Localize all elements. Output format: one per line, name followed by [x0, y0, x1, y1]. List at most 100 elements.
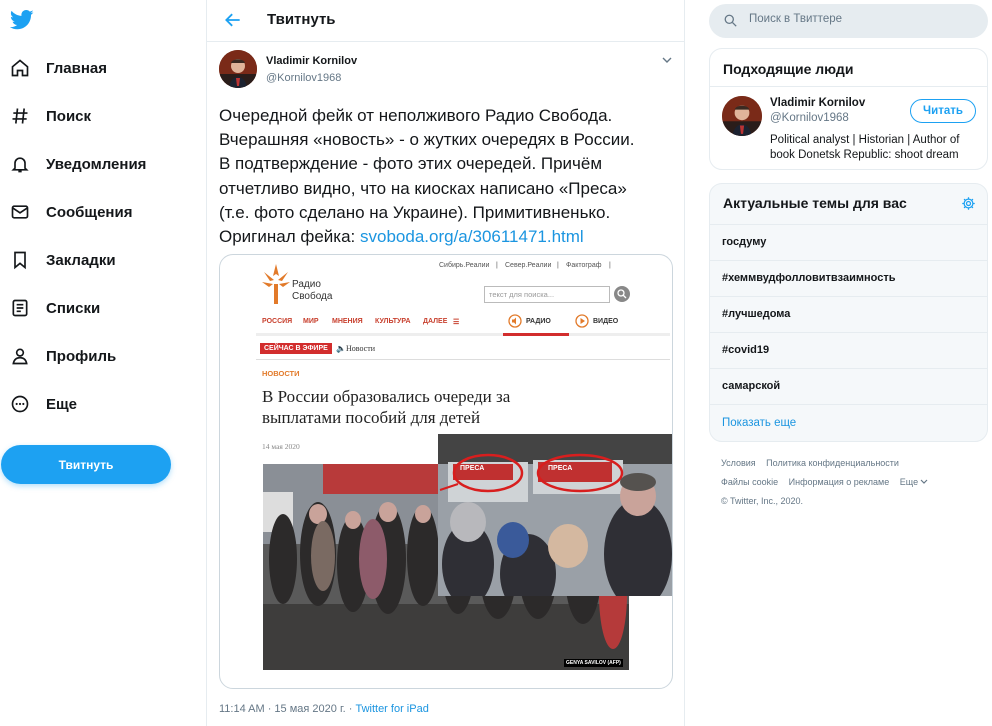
play-icon: [575, 314, 589, 328]
trend-item[interactable]: #хеммвудфолловитвзаимность: [710, 260, 987, 296]
rfe-menu-item: МНЕНИЯ: [332, 318, 363, 325]
rfe-top-link: Фактограф: [566, 262, 602, 269]
rfe-top-sep: |: [496, 262, 498, 269]
suggested-user-avatar[interactable]: [722, 96, 762, 136]
author-name[interactable]: Vladimir Kornilov: [266, 55, 357, 67]
tweet-source-link[interactable]: Twitter for iPad: [355, 703, 428, 715]
rfe-menu-item: ДАЛЕЕ: [423, 318, 448, 325]
nav-label: Уведомления: [46, 155, 147, 173]
rfe-news-label-text: Новости: [345, 344, 375, 353]
rfe-logo-text: Радио Свобода: [292, 279, 332, 303]
search-input[interactable]: [749, 13, 969, 25]
nav-label: Профиль: [46, 347, 117, 365]
tweet-text-line: отчетливо видно, что на киосках написано…: [219, 178, 627, 198]
rfe-top-sep: |: [609, 262, 611, 269]
avatar-photo: [722, 96, 762, 136]
trend-item[interactable]: #covid19: [710, 332, 987, 368]
tweet-text-line: Оригинал фейка:: [219, 227, 361, 247]
column-header: Твитнуть: [207, 0, 684, 42]
rfe-category: НОВОСТИ: [262, 369, 300, 378]
more-circle-icon: [11, 395, 29, 413]
rfe-headline-line: выплатами пособий для детей: [262, 408, 481, 427]
follow-button[interactable]: Читать: [910, 99, 976, 123]
rfe-screenshot: Радио Свобода Сибирь.Реалии | Север.Реал…: [220, 255, 672, 688]
nav-item-lists[interactable]: Списки: [10, 293, 100, 323]
rfe-menu-item: КУЛЬТУРА: [375, 318, 411, 325]
rfe-active-underline: [503, 333, 569, 336]
nav-item-bookmarks[interactable]: Закладки: [10, 245, 116, 275]
rfe-divider: [256, 333, 670, 336]
author-avatar[interactable]: [219, 50, 257, 88]
search-icon: [724, 14, 737, 27]
rfe-news-label: 🔈Новости: [336, 344, 375, 353]
trend-label: госдуму: [722, 236, 767, 248]
footer-link-ads-info[interactable]: Информация о рекламе: [789, 477, 890, 487]
tweet-text-line: (т.е. фото сделано на Украине). Примитив…: [219, 202, 611, 222]
footer-link-more[interactable]: Еще: [900, 477, 918, 487]
trend-item[interactable]: госдуму: [710, 224, 987, 260]
tweet-time[interactable]: 11:14 AM · 15 мая 2020 г. ·: [219, 703, 355, 715]
show-more-link[interactable]: Показать еще: [710, 404, 987, 441]
bell-icon: [11, 157, 29, 173]
left-navigation: Главная Поиск Уведомления Сообщения Закл…: [0, 0, 205, 726]
avatar-photo: [219, 50, 257, 88]
rfe-logo-line: Свобода: [292, 291, 333, 302]
rfe-top-link: Север.Реалии: [505, 262, 552, 269]
suggested-user-handle[interactable]: @Kornilov1968: [770, 112, 849, 124]
tweet-text: Очередной фейк от неполживого Радио Своб…: [219, 104, 679, 249]
list-icon: [12, 299, 28, 317]
search-bar[interactable]: [709, 4, 988, 38]
who-to-follow-panel: Подходящие люди Vladimir Kornilov @Korni…: [709, 48, 988, 170]
right-sidebar: Подходящие люди Vladimir Kornilov @Korni…: [700, 0, 992, 726]
rfe-menu-icon: ☰: [453, 319, 460, 326]
nav-label: Еще: [46, 395, 78, 413]
hashtag-icon: [12, 108, 28, 124]
nav-label: Списки: [46, 299, 101, 317]
footer-link-cookies[interactable]: Файлы cookie: [721, 477, 778, 487]
twitter-bird-icon[interactable]: [10, 10, 34, 30]
compose-tweet-button[interactable]: Твитнуть: [1, 445, 171, 484]
photo-credit: GENYA SAVILOV (AFP): [564, 659, 623, 667]
rfe-live-badge: СЕЙЧАС В ЭФИРЕ: [260, 343, 332, 354]
envelope-icon: [11, 205, 29, 219]
nav-item-explore[interactable]: Поиск: [10, 101, 91, 131]
show-more-label: Показать еще: [722, 417, 797, 429]
trend-label: самарской: [722, 380, 781, 392]
nav-item-home[interactable]: Главная: [10, 53, 107, 83]
rfe-top-sep: |: [557, 262, 559, 269]
trend-label: #covid19: [722, 344, 770, 356]
speaker-icon: [508, 314, 522, 328]
footer-link-privacy[interactable]: Политика конфиденциальности: [766, 458, 899, 468]
footer-link-terms[interactable]: Условия: [721, 458, 756, 468]
rfe-logo-line: Радио: [292, 279, 321, 290]
nav-item-profile[interactable]: Профиль: [10, 341, 116, 371]
tweet-media-image[interactable]: Радио Свобода Сибирь.Реалии | Север.Реал…: [219, 254, 673, 689]
chevron-down-icon[interactable]: [661, 54, 673, 66]
trend-item[interactable]: самарской: [710, 368, 987, 404]
trend-item[interactable]: #лучшедома: [710, 296, 987, 332]
kiosk-sign-text: ПРЕСА: [460, 465, 485, 472]
footer-copyright: © Twitter, Inc., 2020.: [721, 496, 804, 506]
rfe-headline: В России образовались очереди за выплата…: [262, 386, 562, 428]
nav-item-messages[interactable]: Сообщения: [10, 197, 132, 227]
author-handle[interactable]: @Kornilov1968: [266, 72, 341, 84]
rfe-search-icon: [614, 286, 630, 302]
rfe-menu-item: МИР: [303, 318, 319, 325]
nav-item-notifications[interactable]: Уведомления: [10, 149, 146, 179]
footer-links: Условия Политика конфиденциальности: [721, 458, 907, 468]
nav-label: Закладки: [46, 251, 116, 269]
suggested-user-bio: Political analyst | Historian | Author o…: [770, 134, 960, 161]
home-icon: [11, 59, 29, 77]
tweet-timestamp: 11:14 AM · 15 мая 2020 г. · Twitter for …: [219, 703, 429, 715]
gear-icon[interactable]: [961, 196, 976, 211]
tweet-text-line: В подтверждение - фото этих очередей. Пр…: [219, 154, 603, 174]
suggested-user-name[interactable]: Vladimir Kornilov: [770, 97, 865, 109]
rfe-date: 14 мая 2020: [262, 442, 300, 451]
kiosk-inset-photo: [438, 434, 672, 596]
nav-item-more[interactable]: Еще: [10, 389, 77, 419]
rfe-radio: РАДИО: [526, 318, 551, 325]
tweet-link[interactable]: svoboda.org/a/30611471.html: [360, 227, 584, 246]
back-arrow-icon[interactable]: [223, 10, 243, 30]
panel-title: Актуальные темы для вас: [723, 195, 907, 211]
rfe-search-box: текст для поиска...: [484, 286, 610, 303]
